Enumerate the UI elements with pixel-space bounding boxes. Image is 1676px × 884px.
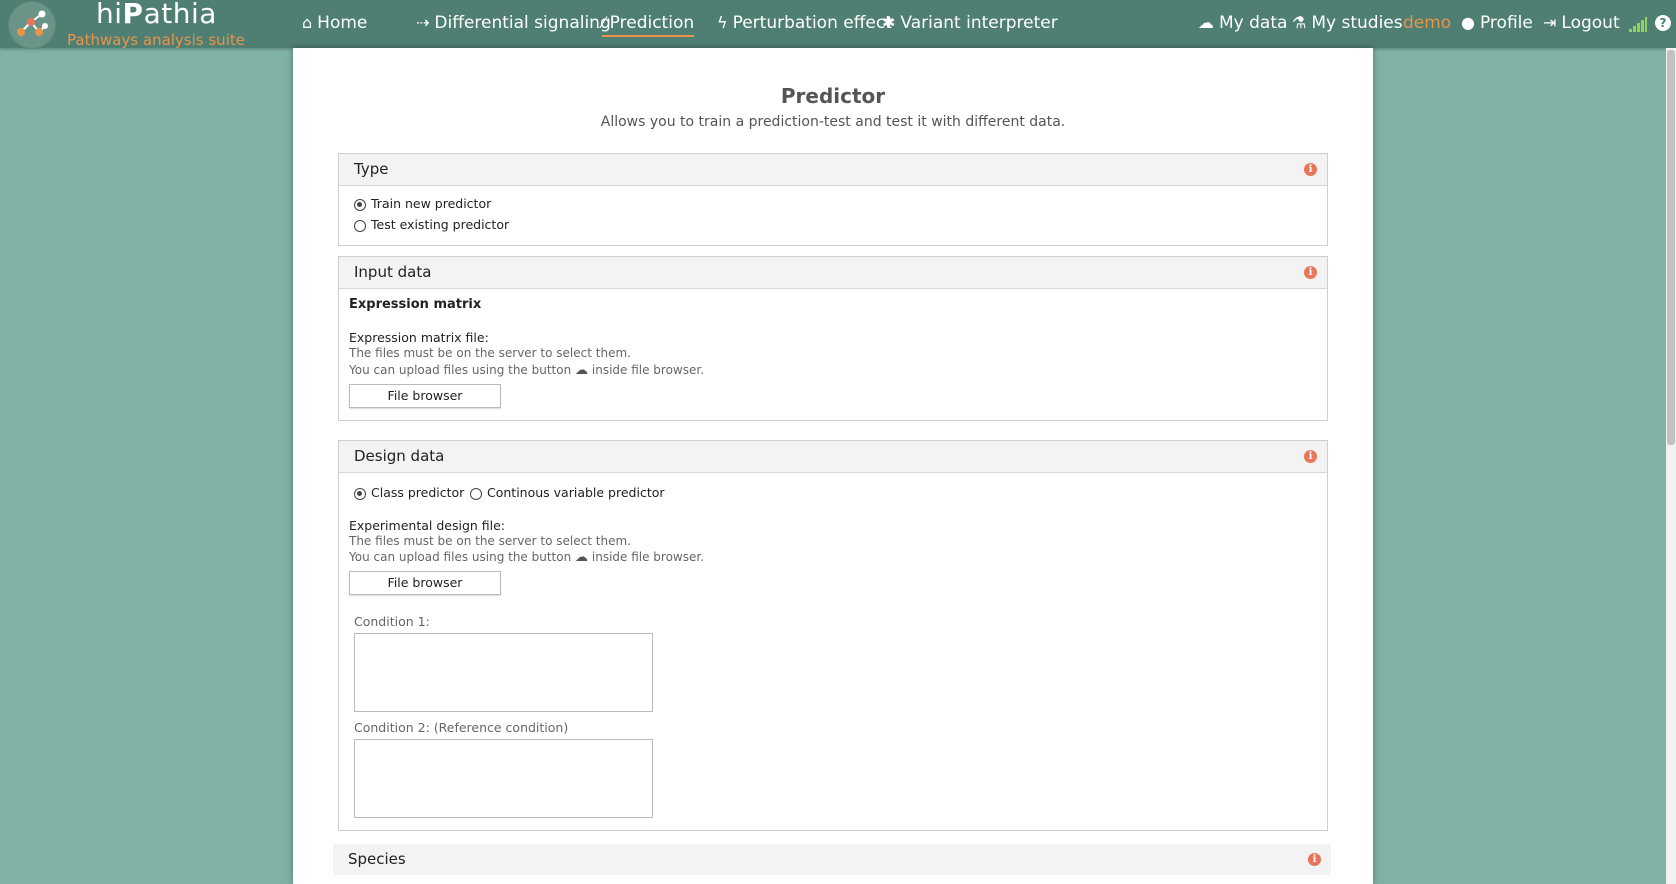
- condition-2-label: Condition 2: (Reference condition): [354, 720, 569, 735]
- input-data-panel-header: Input data i: [339, 257, 1327, 289]
- hint-upload: You can upload files using the button ☁ …: [349, 363, 705, 378]
- radio-checked-icon[interactable]: [354, 488, 366, 500]
- user-icon: ●: [1461, 13, 1475, 32]
- cloud-upload-icon: ☁: [575, 363, 589, 378]
- info-icon[interactable]: i: [1304, 450, 1317, 463]
- type-panel-header: Type i: [339, 154, 1327, 186]
- hint-upload: You can upload files using the button ☁ …: [349, 550, 705, 565]
- nav-perturbation-effect[interactable]: ϟ Perturbation effect: [717, 13, 892, 33]
- type-panel: Type i Train new predictor Test existing…: [338, 153, 1328, 246]
- main-content: Predictor Allows you to train a predicti…: [293, 48, 1373, 884]
- page-title: Predictor: [780, 84, 886, 108]
- info-icon[interactable]: i: [1304, 163, 1317, 176]
- nav-profile[interactable]: ● Profile: [1461, 13, 1533, 33]
- logo[interactable]: [8, 1, 56, 49]
- signal-icon: [1629, 17, 1647, 32]
- logo-graphic: [17, 10, 48, 36]
- design-data-panel: Design data i Class predictor Continous …: [338, 440, 1328, 831]
- design-data-panel-header: Design data i: [339, 441, 1327, 473]
- sign-out-icon: ⇥: [1543, 13, 1557, 32]
- species-panel: Species i: [333, 844, 1331, 884]
- species-panel-title: Species: [348, 850, 406, 868]
- input-data-panel-title: Input data: [354, 263, 432, 281]
- file-browser-button[interactable]: File browser: [349, 384, 501, 408]
- condition-1-list[interactable]: [354, 633, 653, 712]
- current-user[interactable]: demo: [1403, 13, 1451, 33]
- flask-icon: ⚗: [1292, 13, 1307, 32]
- help-icon[interactable]: ?: [1655, 15, 1671, 31]
- expression-matrix-heading: Expression matrix: [349, 297, 482, 312]
- nav-logout[interactable]: ⇥ Logout: [1543, 13, 1620, 33]
- brand-name[interactable]: hiPathia: [96, 0, 217, 30]
- radio-unchecked-icon[interactable]: [354, 220, 366, 232]
- top-navbar: hiPathia Pathways analysis suite ⌂ Home ⇢…: [0, 0, 1676, 49]
- nav-home[interactable]: ⌂ Home: [302, 13, 367, 33]
- condition-1-label: Condition 1:: [354, 614, 430, 629]
- design-data-panel-title: Design data: [354, 447, 445, 465]
- radio-checked-icon[interactable]: [354, 199, 366, 211]
- asterisk-icon: ✱: [882, 13, 896, 32]
- nav-my-data[interactable]: ☁ My data: [1198, 13, 1287, 33]
- scrollbar-thumb[interactable]: [1667, 50, 1675, 445]
- radio-unchecked-icon[interactable]: [470, 488, 482, 500]
- hint-server-files: The files must be on the server to selec…: [349, 346, 631, 360]
- radio-train-new-predictor[interactable]: Train new predictor: [354, 196, 491, 211]
- radio-continuous-variable-predictor[interactable]: Continous variable predictor: [470, 485, 665, 500]
- info-icon[interactable]: i: [1304, 266, 1317, 279]
- magic-wand-icon: ⁄: [602, 13, 605, 32]
- type-panel-title: Type: [354, 160, 389, 178]
- species-panel-header: Species i: [333, 844, 1331, 875]
- condition-2-list[interactable]: [354, 739, 653, 818]
- file-browser-button[interactable]: File browser: [349, 571, 501, 595]
- usb-icon: ⇢: [416, 13, 430, 32]
- page-subtitle: Allows you to train a prediction-test an…: [600, 114, 1066, 130]
- nav-my-studies[interactable]: ⚗ My studies: [1292, 13, 1403, 33]
- cloud-upload-icon: ☁: [575, 550, 589, 565]
- brand-tagline: Pathways analysis suite: [67, 31, 245, 49]
- cloud-icon: ☁: [1198, 13, 1214, 32]
- hint-server-files: The files must be on the server to selec…: [349, 534, 631, 548]
- nav-variant-interpreter[interactable]: ✱ Variant interpreter: [882, 13, 1058, 33]
- nav-differential-signaling[interactable]: ⇢ Differential signaling: [416, 13, 611, 33]
- info-icon[interactable]: i: [1308, 853, 1321, 866]
- nav-prediction[interactable]: ⁄ Prediction: [602, 13, 695, 37]
- home-icon: ⌂: [302, 13, 313, 32]
- radio-class-predictor[interactable]: Class predictor: [354, 485, 464, 500]
- radio-test-existing-predictor[interactable]: Test existing predictor: [354, 217, 509, 232]
- input-data-panel: Input data i Expression matrix Expressio…: [338, 256, 1328, 421]
- bolt-icon: ϟ: [717, 13, 728, 32]
- expression-matrix-file-label: Expression matrix file:: [349, 330, 489, 345]
- page-scrollbar[interactable]: [1666, 48, 1676, 884]
- experimental-design-file-label: Experimental design file:: [349, 518, 506, 533]
